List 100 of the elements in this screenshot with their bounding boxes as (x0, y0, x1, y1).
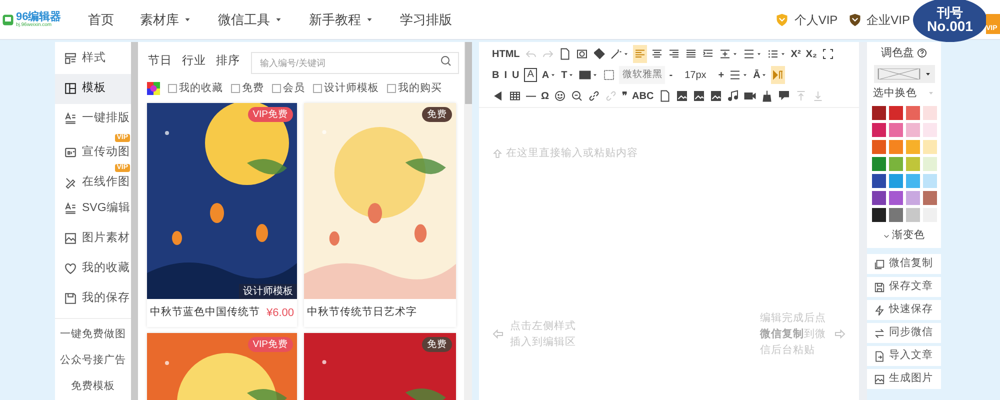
template-card[interactable]: 免费 (304, 332, 456, 400)
save-icon (874, 282, 885, 292)
font-size-field[interactable]: 17px (676, 66, 714, 84)
color-swatch[interactable] (888, 106, 902, 120)
template-card[interactable]: 免费 中秋节传统节日艺术字 (304, 102, 456, 327)
toolbar-button[interactable]: X² (790, 45, 802, 63)
color-swatch[interactable] (906, 157, 920, 172)
toolbar-button[interactable]: Ā (752, 66, 768, 84)
sidebar-item[interactable]: 宣传动图 (55, 142, 131, 164)
color-swatch[interactable] (872, 106, 886, 120)
template-card[interactable]: VIP免费 设计师模板 中秋节蓝色中国传统节 ¥6.00 (147, 102, 297, 327)
nav-link[interactable]: 新手教程 (309, 10, 374, 30)
nav-link[interactable]: 微信工具 (218, 10, 283, 30)
nav-link[interactable]: 学习排版 (400, 10, 452, 30)
color-swatch[interactable] (922, 174, 936, 188)
search-field[interactable]: 输入编号/关键词 (251, 52, 459, 74)
color-swatch[interactable] (872, 191, 886, 206)
toolbar-button[interactable]: — (525, 87, 537, 105)
toolbar-button[interactable]: A (540, 66, 558, 84)
color-swatch[interactable] (872, 174, 886, 188)
action-button[interactable]: 快速保存 (867, 300, 941, 320)
unlink-icon (605, 90, 618, 102)
filter-tab[interactable]: 行业 (181, 53, 207, 71)
filter-tab[interactable]: 节日 (147, 53, 173, 71)
filter-checkbox[interactable]: 免费 (231, 81, 264, 97)
color-swatch[interactable] (922, 157, 936, 172)
toolbar-button[interactable]: X₂ (804, 45, 818, 63)
action-button[interactable]: 生成图片 (867, 369, 941, 389)
sidebar-item[interactable]: 一键排版 (55, 104, 131, 134)
color-swatch[interactable] (888, 208, 902, 222)
swap-arrows-icon (874, 328, 885, 338)
transparent-swatch-icon (876, 66, 920, 80)
scrollbar[interactable] (131, 42, 138, 400)
nav-link[interactable]: 素材库 (140, 10, 192, 30)
scrollbar-thumb[interactable] (464, 42, 472, 104)
image-icon (64, 232, 77, 245)
color-swatch[interactable] (872, 140, 886, 154)
spacing-icon (729, 69, 742, 81)
toolbar-button[interactable]: A (523, 66, 538, 84)
color-swatch[interactable] (906, 174, 920, 188)
filter-checkbox[interactable]: 我的收藏 (168, 81, 223, 97)
toolbar-button[interactable]: U (511, 66, 520, 84)
color-swatch[interactable] (888, 140, 902, 154)
hint-text: 编辑完成后点微信复制到微信后台粘贴 (760, 310, 827, 358)
color-swatch[interactable] (888, 174, 902, 188)
table-icon (509, 90, 521, 102)
gradient-link[interactable]: 渐变色 (883, 228, 925, 244)
toolbar-button[interactable]: HTML (491, 45, 521, 63)
vip-link[interactable]: 个人VIP (775, 10, 838, 28)
toolbar-button[interactable]: - (668, 66, 674, 84)
color-swatch[interactable] (872, 157, 886, 172)
vip-link[interactable]: 企业VIP (848, 10, 910, 28)
scrollbar[interactable] (859, 42, 867, 400)
action-button[interactable]: 同步微信 (867, 323, 941, 343)
color-dropdown[interactable] (874, 64, 934, 82)
color-swatch[interactable] (906, 191, 920, 206)
color-swatch[interactable] (888, 157, 902, 172)
toolbar-button[interactable]: I (503, 66, 508, 84)
sidebar-link[interactable]: 公众号接广告 (60, 353, 126, 369)
action-button[interactable]: 保存文章 (867, 277, 941, 297)
color-swatch[interactable] (906, 208, 920, 222)
color-swatch[interactable] (922, 191, 936, 206)
toolbar-button[interactable]: + (717, 66, 726, 84)
color-swatch[interactable] (906, 123, 920, 138)
filter-tab[interactable]: 排序 (215, 53, 241, 71)
color-swatch[interactable] (872, 123, 886, 138)
sidebar-item[interactable]: SVG编辑 (55, 194, 131, 224)
filter-checkbox[interactable]: 会员 (272, 81, 305, 97)
sidebar-item[interactable]: 我的保存 (55, 283, 131, 314)
toolbar-button[interactable]: ABC (631, 87, 655, 105)
action-button[interactable]: 导入文章 (867, 346, 941, 366)
filter-checkbox[interactable]: 设计师模板 (313, 81, 379, 97)
video-icon (744, 90, 756, 102)
action-button[interactable]: 微信复制 (867, 254, 941, 274)
toolbar-button[interactable]: Ω (540, 87, 550, 105)
toolbar-button[interactable]: ❞ (621, 87, 628, 105)
color-swatch[interactable] (922, 123, 936, 138)
arrow-down-icon (812, 90, 824, 102)
color-swatch[interactable] (906, 140, 920, 154)
sidebar-link[interactable]: 一键免费做图 (60, 327, 126, 343)
color-swatch[interactable] (872, 208, 886, 222)
template-card[interactable]: VIP免费 (147, 332, 297, 400)
sidebar-item[interactable]: 样式 (55, 44, 131, 74)
sidebar-item[interactable]: 我的收藏 (55, 253, 131, 284)
font-select[interactable]: 微软雅黑 (619, 66, 666, 84)
toolbar-button[interactable]: T (560, 66, 576, 84)
color-swatch[interactable] (922, 140, 936, 154)
color-swatch[interactable] (922, 106, 936, 120)
sidebar-item[interactable]: 模板 (55, 74, 131, 104)
color-swatch[interactable] (906, 106, 920, 120)
sidebar-link[interactable]: 免费模板 (71, 379, 115, 395)
designer-tag: 设计师模板 (239, 284, 297, 299)
layout-icon (64, 52, 77, 66)
nav-link[interactable]: 首页 (88, 10, 114, 30)
color-swatch[interactable] (888, 123, 902, 138)
sidebar-item[interactable]: 在线作图 (55, 172, 131, 194)
sidebar-item[interactable]: 图片素材 (55, 223, 131, 254)
filter-checkbox[interactable]: 我的购买 (387, 81, 442, 97)
toolbar-button[interactable]: B (491, 66, 500, 84)
color-swatch[interactable] (888, 191, 902, 206)
